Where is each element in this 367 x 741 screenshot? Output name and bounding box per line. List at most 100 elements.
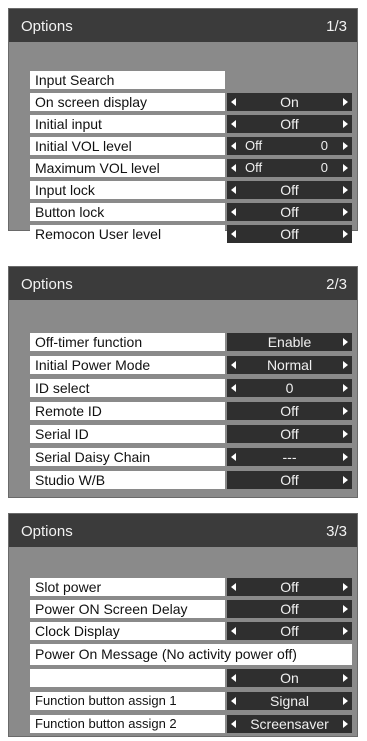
- value-selector[interactable]: Off 0: [227, 159, 352, 177]
- menu-row-remocon-user-level[interactable]: Remocon User level Off: [30, 225, 352, 243]
- right-arrow-icon[interactable]: [343, 230, 348, 238]
- menu-row-serial-id[interactable]: Serial ID Off: [30, 425, 352, 443]
- menu-label: Clock Display: [30, 622, 225, 640]
- value-selector[interactable]: ---: [227, 448, 352, 466]
- menu-label: Input lock: [30, 181, 225, 199]
- value-selector[interactable]: Signal: [227, 692, 352, 710]
- menu-label: Initial Power Mode: [30, 356, 225, 374]
- menu-row-power-on-message-value[interactable]: On: [30, 669, 352, 687]
- value-selector[interactable]: Off: [227, 402, 352, 420]
- value-number: 0: [320, 160, 328, 175]
- menu-row-remote-id[interactable]: Remote ID Off: [30, 402, 352, 420]
- right-arrow-icon[interactable]: [343, 384, 348, 392]
- left-arrow-icon[interactable]: [231, 142, 236, 150]
- page-indicator: 2/3: [326, 276, 347, 293]
- right-arrow-icon[interactable]: [343, 605, 348, 613]
- value-text: Off: [280, 623, 299, 639]
- value-selector[interactable]: Off: [227, 622, 352, 640]
- value-selector[interactable]: Off: [227, 471, 352, 489]
- menu-label: Remote ID: [30, 402, 225, 420]
- menu-row-clock-display[interactable]: Clock Display Off: [30, 622, 352, 640]
- menu-row-initial-input[interactable]: Initial input Off: [30, 115, 352, 133]
- value-text: Off: [245, 160, 263, 175]
- right-arrow-icon[interactable]: [343, 164, 348, 172]
- value-selector[interactable]: Off: [227, 115, 352, 133]
- value-text: Off: [280, 426, 299, 442]
- value-selector[interactable]: On: [227, 93, 352, 111]
- value-selector[interactable]: Normal: [227, 356, 352, 374]
- right-arrow-icon[interactable]: [343, 142, 348, 150]
- value-selector[interactable]: Off: [227, 203, 352, 221]
- menu-row-initial-power-mode[interactable]: Initial Power Mode Normal: [30, 356, 352, 374]
- menu-row-power-on-message[interactable]: Power On Message (No activity power off): [30, 644, 352, 665]
- right-arrow-icon[interactable]: [343, 453, 348, 461]
- menu-row-button-lock[interactable]: Button lock Off: [30, 203, 352, 221]
- menu-row-on-screen-display[interactable]: On screen display On: [30, 93, 352, 111]
- value-number: 0: [320, 138, 328, 153]
- value-selector[interactable]: On: [227, 669, 352, 687]
- value-text: Off: [280, 182, 299, 198]
- value-text: Off: [280, 226, 299, 242]
- value-selector[interactable]: Off: [227, 425, 352, 443]
- options-panel-3: Options 3/3 Slot power Off Power ON Scre…: [8, 513, 358, 737]
- right-arrow-icon[interactable]: [343, 208, 348, 216]
- menu-row-power-on-screen-delay[interactable]: Power ON Screen Delay Off: [30, 600, 352, 618]
- right-arrow-icon[interactable]: [343, 430, 348, 438]
- value-selector[interactable]: Screensaver: [227, 715, 352, 733]
- value-selector[interactable]: 0: [227, 379, 352, 397]
- right-arrow-icon[interactable]: [343, 583, 348, 591]
- value-text: Off: [280, 601, 299, 617]
- value-text: On: [280, 94, 299, 110]
- right-arrow-icon[interactable]: [343, 338, 348, 346]
- right-arrow-icon[interactable]: [343, 120, 348, 128]
- value-text: Off: [245, 138, 263, 153]
- menu-row-slot-power[interactable]: Slot power Off: [30, 578, 352, 596]
- value-text: Off: [280, 116, 299, 132]
- panel-header: Options 3/3: [9, 514, 357, 547]
- menu-row-function-button-assign-2[interactable]: Function button assign 2 Screensaver: [30, 715, 352, 733]
- options-panel-2: Options 2/3 Off-timer function Enable In…: [8, 266, 358, 498]
- right-arrow-icon[interactable]: [343, 186, 348, 194]
- menu-row-serial-daisy-chain[interactable]: Serial Daisy Chain ---: [30, 448, 352, 466]
- menu-label: On screen display: [30, 93, 225, 111]
- right-arrow-icon[interactable]: [343, 720, 348, 728]
- menu-label: Serial ID: [30, 425, 225, 443]
- options-panel-1: Options 1/3 Input Search On screen displ…: [8, 8, 358, 243]
- right-arrow-icon[interactable]: [343, 476, 348, 484]
- menu-label: Initial VOL level: [30, 137, 225, 155]
- menu-row-function-button-assign-1[interactable]: Function button assign 1 Signal: [30, 692, 352, 710]
- menu-row-initial-vol-level[interactable]: Initial VOL level Off 0: [30, 137, 352, 155]
- menu-label: Function button assign 1: [30, 692, 225, 710]
- menu-label: Maximum VOL level: [30, 159, 225, 177]
- left-arrow-icon[interactable]: [231, 164, 236, 172]
- menu-label: Power ON Screen Delay: [30, 600, 225, 618]
- value-selector[interactable]: Off: [227, 225, 352, 243]
- right-arrow-icon[interactable]: [343, 407, 348, 415]
- menu-row-input-search[interactable]: Input Search: [30, 71, 352, 89]
- menu-row-off-timer-function[interactable]: Off-timer function Enable: [30, 333, 352, 351]
- panel-title: Options: [21, 523, 73, 540]
- value-selector[interactable]: Enable: [227, 333, 352, 351]
- menu-row-maximum-vol-level[interactable]: Maximum VOL level Off 0: [30, 159, 352, 177]
- panel-header: Options 2/3: [9, 267, 357, 300]
- menu-row-input-lock[interactable]: Input lock Off: [30, 181, 352, 199]
- right-arrow-icon[interactable]: [343, 627, 348, 635]
- menu-label: Function button assign 2: [30, 715, 225, 733]
- value-selector[interactable]: Off: [227, 600, 352, 618]
- menu-row-studio-wb[interactable]: Studio W/B Off: [30, 471, 352, 489]
- menu-label: Remocon User level: [30, 225, 225, 243]
- page-indicator: 1/3: [326, 18, 347, 35]
- value-text: Off: [280, 472, 299, 488]
- value-selector[interactable]: Off: [227, 578, 352, 596]
- value-selector[interactable]: Off: [227, 181, 352, 199]
- right-arrow-icon[interactable]: [343, 361, 348, 369]
- right-arrow-icon[interactable]: [343, 697, 348, 705]
- value-text: ---: [282, 449, 297, 465]
- menu-row-id-select[interactable]: ID select 0: [30, 379, 352, 397]
- value-text: Signal: [270, 693, 309, 709]
- value-selector[interactable]: Off 0: [227, 137, 352, 155]
- panel-header: Options 1/3: [9, 9, 357, 42]
- menu-label: Slot power: [30, 578, 225, 596]
- right-arrow-icon[interactable]: [343, 674, 348, 682]
- right-arrow-icon[interactable]: [343, 98, 348, 106]
